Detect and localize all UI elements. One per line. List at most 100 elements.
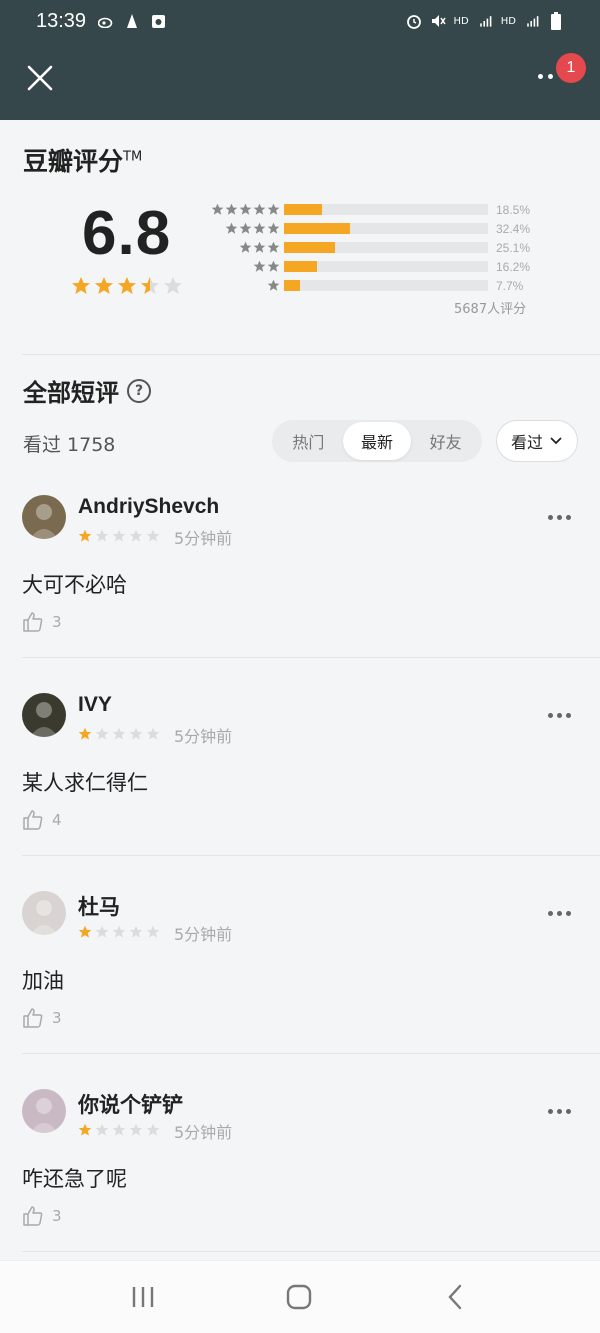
star-icon xyxy=(146,727,160,740)
star-icon xyxy=(72,277,90,294)
comment-rating xyxy=(78,727,160,741)
like-count: 3 xyxy=(52,1207,62,1225)
comment-text: 加油 xyxy=(22,969,64,993)
sort-tab[interactable]: 最新 xyxy=(342,422,412,460)
more-options-button[interactable] xyxy=(538,74,553,79)
star-icon xyxy=(239,222,252,234)
star-icon xyxy=(211,203,224,215)
close-icon xyxy=(27,65,53,91)
distribution-stars xyxy=(204,241,280,254)
distribution-row: 7.7% xyxy=(204,276,544,295)
star-icon xyxy=(112,1123,126,1136)
comment-more-button[interactable] xyxy=(548,1109,571,1114)
distribution-bar-track xyxy=(284,242,488,253)
like-button[interactable]: 3 xyxy=(22,1205,62,1227)
battery-icon xyxy=(548,12,564,30)
divider xyxy=(22,855,600,856)
star-icon xyxy=(141,277,159,294)
section-title: 全部短评 ? xyxy=(23,373,151,408)
distribution-percent: 18.5% xyxy=(496,202,531,217)
star-icon xyxy=(225,222,238,234)
star-icon xyxy=(78,727,92,740)
like-button[interactable]: 3 xyxy=(22,611,62,633)
sort-tab[interactable]: 热门 xyxy=(274,422,343,460)
comment-author[interactable]: 杜马 xyxy=(78,891,120,921)
star-icon xyxy=(146,529,160,542)
seen-count: 看过 1758 xyxy=(23,434,116,456)
more-dot-icon xyxy=(548,515,553,520)
distribution-stars xyxy=(204,260,280,273)
hd-label-icon-2: HD xyxy=(500,15,516,27)
top-app-bar xyxy=(0,42,600,120)
comment-item: IVY 5分钟前 某人求仁得仁 4 xyxy=(0,693,600,891)
distribution-bar xyxy=(284,261,318,272)
star-icon xyxy=(95,529,109,542)
rating-heading-text: 豆瓣评分 xyxy=(23,147,124,176)
sort-tab[interactable]: 好友 xyxy=(411,422,480,460)
more-dot-icon xyxy=(557,911,562,916)
more-dot-icon xyxy=(548,713,553,718)
more-dot-icon xyxy=(566,1109,571,1114)
comment-time: 5分钟前 xyxy=(174,925,233,944)
star-icon xyxy=(239,203,252,215)
star-icon xyxy=(129,925,143,938)
distribution-bar-track xyxy=(284,204,488,215)
star-icon xyxy=(146,1123,160,1136)
star-icon xyxy=(267,241,280,253)
distribution-bar xyxy=(284,242,336,253)
comment-more-button[interactable] xyxy=(548,713,571,718)
chevron-down-icon xyxy=(550,437,562,445)
comment-rating xyxy=(78,1123,160,1137)
comment-more-button[interactable] xyxy=(548,911,571,916)
home-icon xyxy=(286,1284,312,1310)
star-icon xyxy=(164,277,182,294)
divider xyxy=(22,1053,600,1054)
avatar[interactable] xyxy=(22,891,66,935)
star-icon xyxy=(95,727,109,740)
close-button[interactable] xyxy=(26,64,54,92)
app-notification-icon xyxy=(124,13,140,29)
distribution-bar xyxy=(284,204,322,215)
avatar[interactable] xyxy=(22,693,66,737)
distribution-percent: 16.2% xyxy=(496,259,531,274)
filter-dropdown[interactable]: 看过 xyxy=(496,420,578,462)
comment-item: 你说个铲铲 5分钟前 咋还急了呢 3 xyxy=(0,1089,600,1287)
trademark: TM xyxy=(123,149,143,165)
distribution-percent: 32.4% xyxy=(496,221,531,236)
more-dot-icon xyxy=(566,515,571,520)
distribution-row: 25.1% xyxy=(204,238,544,257)
hd-label-icon: HD xyxy=(453,15,469,27)
comment-item: 杜马 5分钟前加油 3 xyxy=(0,891,600,1089)
distribution-bar xyxy=(284,280,300,291)
like-button[interactable]: 4 xyxy=(22,809,62,831)
more-dot-icon xyxy=(557,515,562,520)
star-icon xyxy=(146,925,160,938)
star-icon xyxy=(118,277,136,294)
star-icon xyxy=(95,1123,109,1136)
star-icon xyxy=(78,529,92,542)
divider xyxy=(22,1251,600,1252)
comment-author[interactable]: AndriyShevch xyxy=(78,495,219,519)
like-button[interactable]: 3 xyxy=(22,1007,62,1029)
comment-author[interactable]: IVY xyxy=(78,693,112,717)
like-count: 4 xyxy=(52,811,62,829)
more-dot-icon xyxy=(548,74,553,79)
avatar[interactable] xyxy=(22,1089,66,1133)
star-icon xyxy=(267,279,280,291)
comment-author[interactable]: 你说个铲铲 xyxy=(78,1089,183,1119)
back-button[interactable] xyxy=(440,1283,470,1311)
distribution-bar-track xyxy=(284,280,488,291)
divider xyxy=(22,354,600,355)
star-icon xyxy=(129,529,143,542)
help-icon[interactable]: ? xyxy=(127,378,151,403)
distribution-stars xyxy=(204,279,280,292)
recent-apps-button[interactable] xyxy=(128,1283,158,1311)
thumbs-up-icon xyxy=(23,1008,43,1028)
comment-text: 咋还急了呢 xyxy=(22,1167,127,1191)
home-button[interactable] xyxy=(284,1283,314,1311)
signal-4g-icon-2 xyxy=(524,13,540,29)
avatar[interactable] xyxy=(22,495,66,539)
star-icon xyxy=(129,1123,143,1136)
comment-more-button[interactable] xyxy=(548,515,571,520)
star-icon xyxy=(78,925,92,938)
